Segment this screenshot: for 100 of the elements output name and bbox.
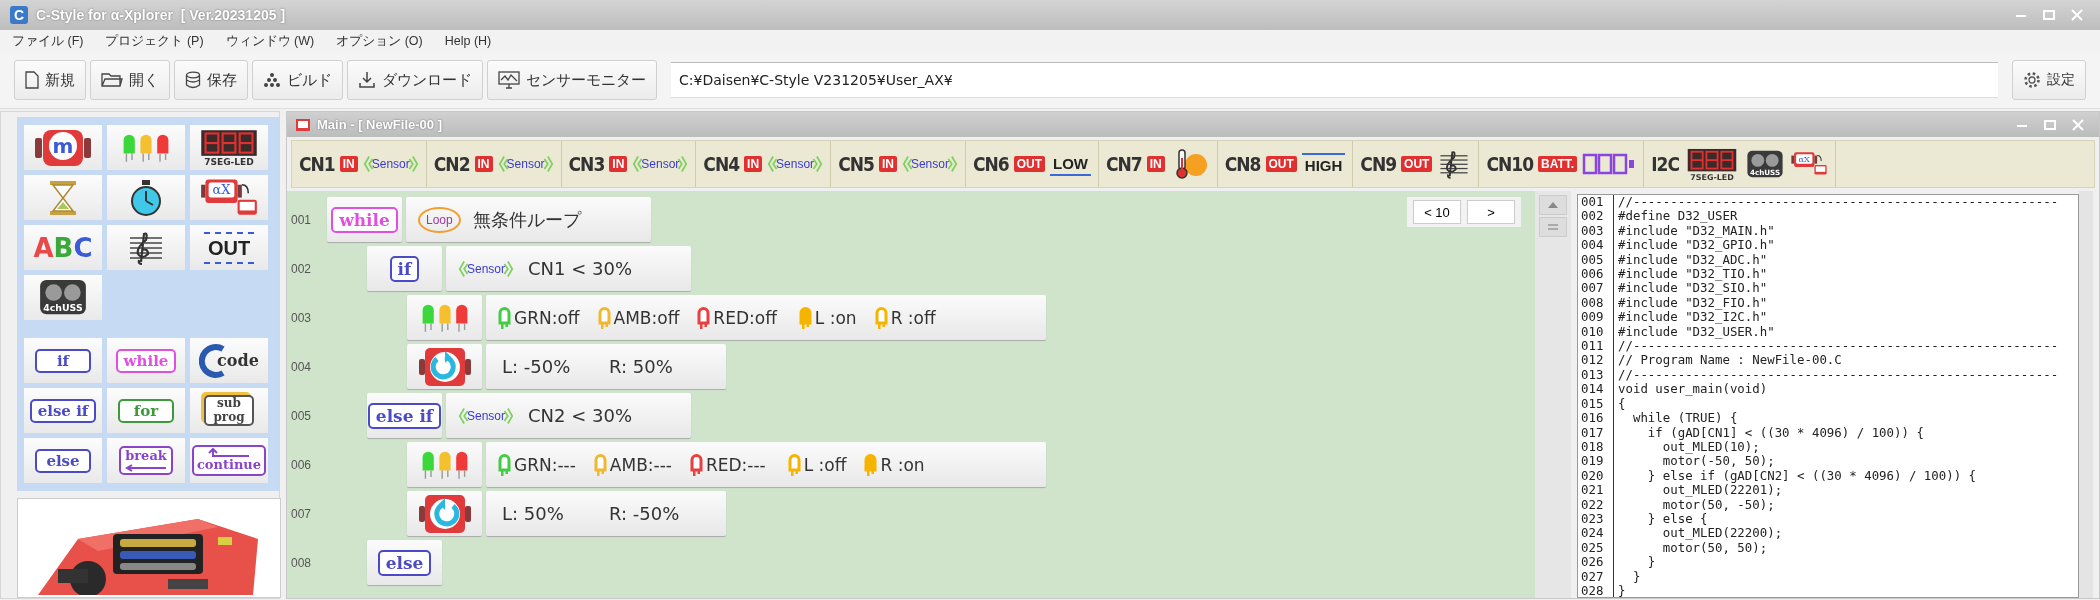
sensor-badge: Sensor bbox=[497, 154, 554, 174]
line-number: 022 bbox=[1578, 497, 1614, 512]
menu-item[interactable]: オプション (O) bbox=[336, 32, 423, 50]
palette-tile[interactable]: αX bbox=[190, 175, 268, 220]
palette-tile[interactable] bbox=[107, 125, 185, 170]
palette-tile[interactable]: else bbox=[24, 438, 102, 483]
double-line-icon bbox=[1547, 223, 1559, 231]
statement-block[interactable] bbox=[407, 295, 482, 340]
maximize-icon[interactable] bbox=[2043, 117, 2057, 132]
menu-item[interactable]: ファイル (F) bbox=[12, 32, 84, 50]
line-number: 017 bbox=[1578, 425, 1614, 440]
palette-tile[interactable] bbox=[24, 175, 102, 220]
palette-tile[interactable]: break bbox=[107, 438, 185, 483]
led-state-text: R :on bbox=[880, 454, 925, 475]
scroll-button[interactable] bbox=[1539, 217, 1567, 237]
palette-tile[interactable] bbox=[107, 175, 185, 220]
led-state-text: AMB:off bbox=[613, 307, 680, 328]
code-line: //--------------------------------------------------------- bbox=[1617, 367, 2059, 383]
menu-item[interactable]: プロジェクト (P) bbox=[105, 32, 204, 50]
line-number: 021 bbox=[1578, 483, 1614, 498]
led-settings-block[interactable]: GRN:off AMB:off RED:off L :on R :off bbox=[486, 295, 1046, 340]
close-icon[interactable] bbox=[2070, 8, 2084, 22]
settings-button[interactable]: 設定 bbox=[2012, 60, 2086, 100]
line-number: 007 bbox=[291, 506, 313, 521]
palette-tile[interactable]: code bbox=[190, 338, 268, 383]
palette-tile[interactable]: sub prog bbox=[190, 388, 268, 433]
condition-block[interactable]: Sensor CN2 < 30% bbox=[446, 393, 691, 438]
line-number: 015 bbox=[1578, 396, 1614, 412]
palette-tile[interactable]: 7SEG-LED bbox=[190, 125, 268, 170]
menu-item[interactable]: ウィンドウ (W) bbox=[225, 32, 315, 50]
code-line: } else if (gAD[CN2] < ((30 * 4096) / 100)) { bbox=[1646, 468, 1977, 484]
previous-page-button[interactable]: < 10 bbox=[1413, 200, 1461, 224]
line-number: 006 bbox=[1578, 267, 1614, 282]
palette-tile[interactable]: OUT bbox=[190, 225, 268, 270]
led-state-text: RED:off bbox=[713, 307, 777, 328]
maximize-icon[interactable] bbox=[2042, 8, 2056, 22]
statement-block[interactable]: if bbox=[367, 246, 442, 291]
toolbar-button[interactable]: 保存 bbox=[174, 60, 248, 100]
led-state-text: GRN:--- bbox=[514, 454, 576, 475]
led-settings-block[interactable]: GRN:--- AMB:--- RED:--- L :off R :on bbox=[486, 442, 1046, 487]
line-number: 013 bbox=[1578, 367, 1614, 383]
scrollbar[interactable] bbox=[2079, 191, 2093, 598]
toolbar-button[interactable]: ダウンロード bbox=[347, 60, 483, 100]
port-name: CN6 bbox=[972, 153, 1009, 175]
toolbar-button[interactable]: 開く bbox=[90, 60, 170, 100]
stacked-dots-icon bbox=[263, 72, 281, 88]
led-state-text: GRN:off bbox=[514, 307, 580, 328]
mode-badge: BATT. bbox=[1538, 156, 1578, 172]
mode-badge: IN bbox=[878, 156, 897, 172]
palette-tile[interactable]: m bbox=[24, 125, 102, 170]
toolbar-button[interactable]: ビルド bbox=[252, 60, 343, 100]
led-state-text: AMB:--- bbox=[609, 454, 672, 475]
line-number: 002 bbox=[291, 261, 313, 276]
port-name: CN2 bbox=[433, 153, 470, 175]
toolbar-button[interactable]: 新規 bbox=[14, 60, 86, 100]
loop-block[interactable]: Loop 無条件ループ bbox=[406, 197, 651, 242]
scroll-up-button[interactable] bbox=[1539, 195, 1567, 215]
next-page-button[interactable]: > bbox=[1467, 200, 1515, 224]
loop-badge: Loop bbox=[418, 206, 461, 233]
line-number: 028 bbox=[1578, 583, 1614, 597]
monitor-icon bbox=[498, 71, 520, 89]
palette-tile[interactable]: 4chUSS bbox=[24, 275, 102, 320]
line-number: 005 bbox=[1578, 252, 1614, 268]
left-arrow-icon bbox=[124, 463, 168, 472]
palette-tile[interactable]: ABC bbox=[24, 225, 102, 270]
sensor-badge: Sensor bbox=[901, 154, 958, 174]
menu-item[interactable]: Help (H) bbox=[444, 34, 492, 48]
close-icon[interactable] bbox=[2071, 117, 2085, 132]
battery-icon bbox=[1582, 152, 1637, 176]
statement-block[interactable] bbox=[407, 344, 482, 389]
palette-tile[interactable]: for bbox=[107, 388, 185, 433]
line-number: 009 bbox=[1578, 310, 1614, 325]
keyword-tag: else if bbox=[367, 402, 442, 429]
keyword-tag: for bbox=[118, 398, 174, 423]
condition-text: CN2 < 30% bbox=[528, 405, 633, 426]
code-line: #include "D32_GPIO.h" bbox=[1617, 238, 1775, 253]
port-name: CN8 bbox=[1224, 153, 1261, 175]
path-field[interactable]: C:¥Daisen¥C-Style V231205¥User_AX¥ bbox=[671, 62, 1998, 98]
motor-settings-block[interactable]: L: 50% R: -50% bbox=[486, 491, 726, 536]
line-number: 002 bbox=[1578, 209, 1614, 224]
mode-badge: OUT bbox=[1265, 156, 1297, 172]
statement-block[interactable] bbox=[407, 442, 482, 487]
line-number: 005 bbox=[291, 408, 313, 423]
code-line: out_MLED(22201); bbox=[1661, 483, 1783, 498]
palette-tile[interactable]: if bbox=[24, 338, 102, 383]
palette-tile[interactable]: continue bbox=[190, 438, 268, 483]
line-number: 019 bbox=[1578, 454, 1614, 469]
code-line: while (TRUE) { bbox=[1631, 411, 1738, 426]
line-number: 014 bbox=[1578, 382, 1614, 397]
line-number: 020 bbox=[1578, 468, 1614, 484]
toolbar-button[interactable]: センサーモニター bbox=[487, 60, 657, 100]
line-number: 001 bbox=[291, 212, 313, 227]
motor-settings-block[interactable]: L: -50% R: 50% bbox=[486, 344, 726, 389]
statement-block[interactable]: else bbox=[367, 540, 442, 585]
palette-tile[interactable] bbox=[107, 225, 185, 270]
condition-block[interactable]: Sensor CN1 < 30% bbox=[446, 246, 691, 291]
window-title: C-Style for α-Xplorer [ Ver.20231205 ] bbox=[36, 7, 286, 23]
statement-block[interactable] bbox=[407, 491, 482, 536]
palette-tile[interactable]: else if bbox=[24, 388, 102, 433]
statement-block[interactable]: else if bbox=[367, 393, 442, 438]
